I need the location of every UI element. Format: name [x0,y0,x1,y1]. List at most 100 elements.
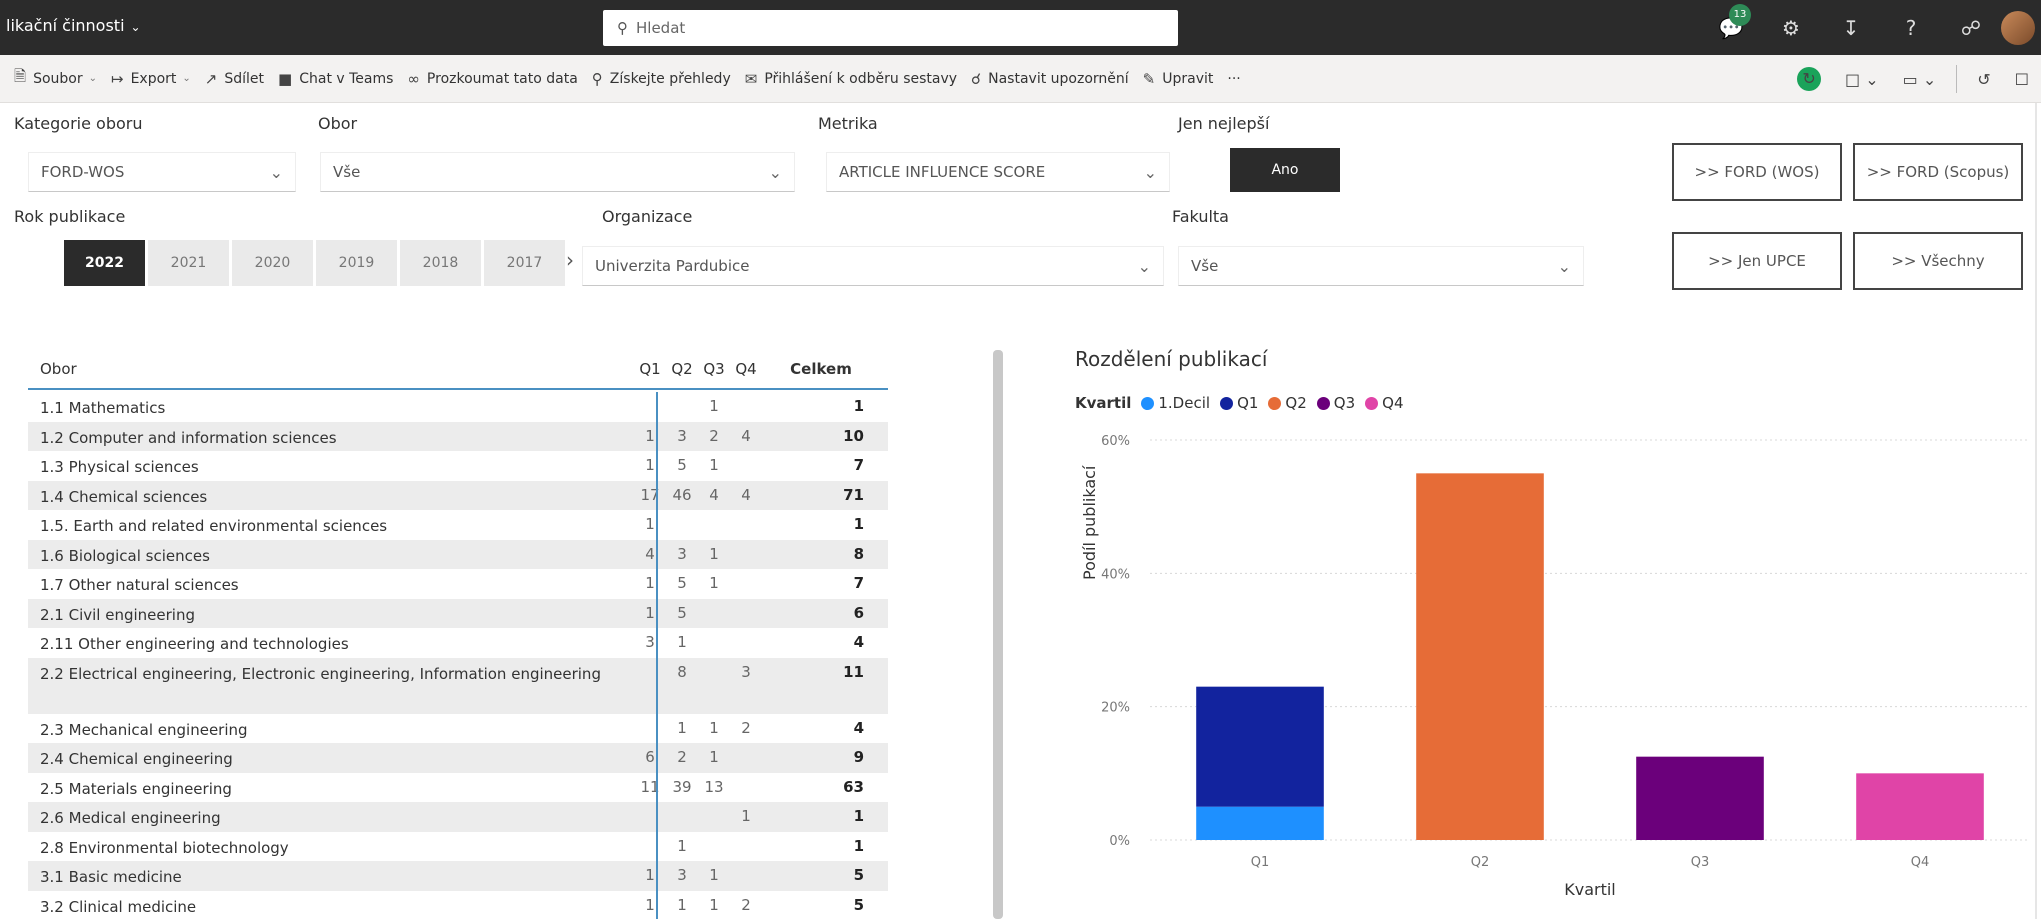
table-row[interactable]: 1.3 Physical sciences 1 5 1 7 [28,451,888,481]
table-row[interactable]: 2.2 Electrical engineering, Electronic e… [28,657,888,714]
row-celkem: 11 [843,662,864,681]
insights-icon: ⚲ [591,69,603,88]
table-row[interactable]: 2.4 Chemical engineering 6 2 1 9 [28,743,888,773]
year-button-2021[interactable]: 2021 [148,240,229,286]
right-scrollbar[interactable] [2035,103,2037,919]
row-obor: 1.2 Computer and information sciences [40,428,337,447]
ford-scopus-button[interactable]: >> FORD (Scopus) [1853,143,2023,201]
row-obor: 2.3 Mechanical engineering [40,720,248,739]
fakulta-dropdown[interactable]: Vše ⌄ [1178,246,1584,286]
row-obor: 2.11 Other engineering and technologies [40,635,349,653]
year-slicer: 2022 2021 2020 2019 2018 2017 [64,240,568,286]
teams-chat-button[interactable]: ■ Chat v Teams [278,70,393,88]
export-button[interactable]: ↦ Export ⌄ [111,70,191,88]
obor-value: Vše [333,163,361,181]
share-icon: ↗ [204,69,218,88]
organizace-dropdown[interactable]: Univerzita Pardubice ⌄ [582,246,1164,286]
ford-wos-button[interactable]: >> FORD (WOS) [1672,143,1842,201]
table-row[interactable]: 2.5 Materials engineering 11 39 13 63 [28,773,888,803]
subscribe-button[interactable]: ✉ Přihlášení k odběru sestavy [745,70,957,88]
table-row[interactable]: 1.6 Biological sciences 4 3 1 8 [28,539,888,569]
year-button-2022[interactable]: 2022 [64,240,145,286]
table-row[interactable]: 3.1 Basic medicine 1 3 1 5 [28,861,888,891]
bar-q4-q4[interactable] [1856,773,1984,840]
avatar[interactable] [2001,10,2035,45]
table-row[interactable]: 2.8 Environmental biotechnology 1 1 [28,832,888,862]
notifications-icon[interactable]: 💬 13 [1701,3,1761,40]
table-row[interactable]: 1.2 Computer and information sciences 1 3 2… [28,421,888,451]
feedback-icon[interactable]: ☍ [1941,16,2001,40]
row-celkem: 4 [853,633,864,651]
column-header-celkem[interactable]: Celkem [786,360,856,378]
settings-icon[interactable]: ⚙ [1761,16,1821,40]
obor-dropdown[interactable]: Vše ⌄ [320,152,795,192]
row-obor: 1.7 Other natural sciences [40,576,239,594]
command-bar-right: ↻ □ ⌄ ▭ ⌄ ↺ ☐ [1785,55,2041,103]
row-q2: 1 [677,633,687,651]
row-celkem: 4 [853,718,864,737]
year-button-2017[interactable]: 2017 [484,240,565,286]
column-header-q4[interactable]: Q4 [726,360,766,378]
metrika-dropdown[interactable]: ARTICLE INFLUENCE SCORE ⌄ [826,152,1170,192]
row-q3: 13 [704,777,724,796]
legend-item[interactable]: Q1 [1220,394,1258,412]
kategorie-value: FORD-WOS [41,163,125,181]
share-label: Sdílet [224,70,265,87]
bar-q1-1decil[interactable] [1196,806,1324,840]
year-button-2018[interactable]: 2018 [400,240,481,286]
reload-icon[interactable]: ↺ [1977,70,1990,89]
row-celkem: 7 [853,456,864,474]
table-scrollbar[interactable] [993,350,1003,919]
bar-q2-q2[interactable] [1416,473,1544,840]
legend-item[interactable]: Q3 [1316,394,1355,412]
table-row[interactable]: 1.7 Other natural sciences 1 5 1 7 [28,569,888,599]
share-button[interactable]: ↗ Sdílet [205,70,264,88]
table-row[interactable]: 3.2 Clinical medicine 1 1 1 2 5 [28,891,888,919]
explore-data-button[interactable]: ∞ Prozkoumat tato data [407,70,577,88]
refresh-icon[interactable]: ↻ [1797,67,1822,91]
chevron-right-icon[interactable]: › [566,248,574,272]
search-input[interactable]: ⚲ Hledat [603,10,1178,46]
year-button-2020[interactable]: 2020 [232,240,313,286]
search-icon: ⚲ [617,19,628,37]
row-celkem: 1 [853,836,864,855]
column-header-obor[interactable]: Obor [40,360,77,378]
legend-item[interactable]: Q2 [1268,394,1307,412]
edit-button[interactable]: ✎ Upravit [1143,70,1214,88]
table-row[interactable]: 1.1 Mathematics 1 1 [28,392,888,422]
x-tick-label: Q1 [1251,855,1270,870]
row-obor: 1.4 Chemical sciences [40,487,208,506]
legend-items: 1.Decil Q1 Q2 Q3 Q4 [1141,394,1413,412]
comment-icon[interactable]: ☐ [2015,70,2029,89]
legend-item[interactable]: Q4 [1365,394,1404,412]
table-row[interactable]: 2.3 Mechanical engineering 1 1 2 4 [28,714,888,744]
bookmark-icon[interactable]: □ ⌄ [1845,70,1879,89]
view-icon[interactable]: ▭ ⌄ [1903,70,1937,89]
legend-item[interactable]: 1.Decil [1141,394,1210,412]
report-title[interactable]: likační činnosti ⌄ [6,16,141,35]
file-menu-button[interactable]: 🗎 Soubor ⌄ [14,66,97,91]
table-row[interactable]: 1.4 Chemical sciences 17 46 4 4 71 [28,480,888,510]
legend-label: 1.Decil [1158,394,1211,412]
vsechny-button[interactable]: >> Všechny [1853,232,2023,290]
more-button[interactable]: ··· [1227,71,1240,87]
kategorie-dropdown[interactable]: FORD-WOS ⌄ [28,152,296,192]
table-row[interactable]: 2.6 Medical engineering 1 1 [28,802,888,832]
x-tick-label: Q3 [1691,855,1710,870]
bar-q3-q3[interactable] [1636,756,1764,840]
notification-badge: 13 [1729,3,1751,26]
row-celkem: 6 [853,603,864,622]
table-row[interactable]: 2.1 Civil engineering 1 5 6 [28,598,888,628]
bar-q1-q1[interactable] [1196,686,1324,807]
chevron-down-icon: ⌄ [269,163,283,182]
table-row[interactable]: 2.11 Other engineering and technologies 3… [28,628,888,658]
table-row[interactable]: 1.5. Earth and related environmental sci… [28,510,888,540]
help-icon[interactable]: ? [1881,16,1941,40]
jen-nejlepsi-toggle[interactable]: Ano [1230,148,1340,192]
insights-button[interactable]: ⚲ Získejte přehledy [592,70,731,88]
year-button-2019[interactable]: 2019 [316,240,397,286]
alert-button[interactable]: ☌ Nastavit upozornění [971,70,1129,88]
jen-upce-button[interactable]: >> Jen UPCE [1672,232,1842,290]
download-icon[interactable]: ↧ [1821,16,1881,40]
fakulta-value: Vše [1191,257,1219,275]
